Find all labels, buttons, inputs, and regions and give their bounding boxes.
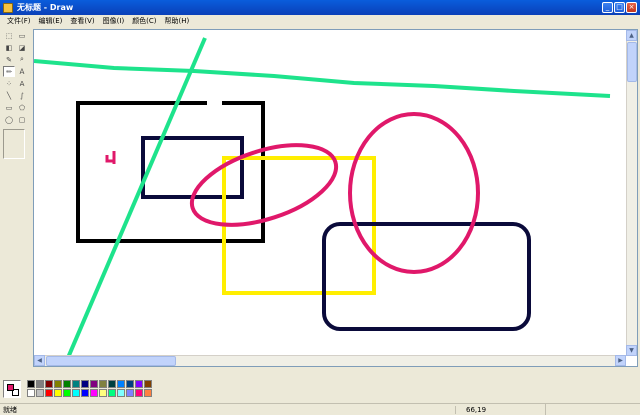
vertical-scrollbar[interactable]: ▲ ▼ — [626, 30, 637, 356]
curve-icon[interactable]: ∫ — [16, 90, 28, 101]
color-swatch[interactable] — [135, 389, 143, 397]
color-swatches — [27, 380, 152, 397]
magenta-ellipse — [348, 112, 480, 274]
tool-grid: ⬚ ▭ ◧ ◪ ✎ ⌕ ✏ Ａ ⁘ A ╲ ∫ ▭ ⬠ ◯ ▢ — [3, 30, 30, 125]
color-swatch[interactable] — [72, 380, 80, 388]
color-swatch[interactable] — [36, 380, 44, 388]
color-swatch[interactable] — [117, 389, 125, 397]
color-swatch[interactable] — [45, 380, 53, 388]
color-swatch[interactable] — [81, 389, 89, 397]
color-swatch[interactable] — [99, 389, 107, 397]
color-swatch[interactable] — [144, 380, 152, 388]
color-swatch[interactable] — [117, 380, 125, 388]
scroll-up-icon[interactable]: ▲ — [626, 30, 637, 41]
vertical-scroll-thumb[interactable] — [627, 42, 637, 82]
status-pane — [545, 404, 635, 415]
color-swatch[interactable] — [144, 389, 152, 397]
current-colors — [3, 380, 21, 398]
color-palette — [3, 380, 152, 400]
color-swatch[interactable] — [45, 389, 53, 397]
pencil-icon[interactable]: ✏ — [3, 66, 15, 77]
color-swatch[interactable] — [54, 380, 62, 388]
menu-help[interactable]: 帮助(H) — [161, 16, 194, 26]
green-stroke-horizontal — [34, 59, 611, 98]
magenta-scribble — [105, 151, 116, 164]
color-swatch[interactable] — [108, 380, 116, 388]
color-swatch[interactable] — [99, 380, 107, 388]
status-bar: 就绪 66,19 — [0, 403, 640, 415]
fill-bucket-icon[interactable]: ◪ — [16, 42, 28, 53]
scroll-left-icon[interactable]: ◀ — [34, 355, 45, 366]
color-swatch[interactable] — [90, 389, 98, 397]
color-swatch[interactable] — [72, 389, 80, 397]
polygon-icon[interactable]: ⬠ — [16, 102, 28, 113]
scroll-right-icon[interactable]: ▶ — [615, 355, 626, 366]
menu-edit[interactable]: 编辑(E) — [35, 16, 67, 26]
text-icon[interactable]: A — [16, 78, 28, 89]
close-button[interactable]: × — [626, 2, 637, 13]
eyedropper-icon[interactable]: ✎ — [3, 54, 15, 65]
color-swatch[interactable] — [63, 389, 71, 397]
window-controls: _ □ × — [602, 2, 637, 13]
app-icon — [3, 2, 13, 13]
eraser-icon[interactable]: ◧ — [3, 42, 15, 53]
magnifier-icon[interactable]: ⌕ — [16, 54, 28, 65]
tool-box: ⬚ ▭ ◧ ◪ ✎ ⌕ ✏ Ａ ⁘ A ╲ ∫ ▭ ⬠ ◯ ▢ — [3, 30, 30, 365]
navy-rounded-rectangle — [322, 222, 531, 331]
menu-file[interactable]: 文件(F) — [3, 16, 35, 26]
color-swatch[interactable] — [135, 380, 143, 388]
line-icon[interactable]: ╲ — [3, 90, 15, 101]
maximize-button[interactable]: □ — [614, 2, 625, 13]
color-swatch[interactable] — [27, 389, 35, 397]
free-select-icon[interactable]: ⬚ — [3, 30, 15, 41]
foreground-color — [7, 384, 14, 391]
color-swatch[interactable] — [126, 389, 134, 397]
scroll-down-icon[interactable]: ▼ — [626, 345, 637, 356]
color-swatch[interactable] — [81, 380, 89, 388]
menu-colors[interactable]: 颜色(C) — [128, 16, 160, 26]
tool-options-panel[interactable] — [3, 129, 25, 159]
brush-icon[interactable]: Ａ — [16, 66, 28, 77]
rectangle-icon[interactable]: ▭ — [3, 102, 15, 113]
rect-select-icon[interactable]: ▭ — [16, 30, 28, 41]
color-swatch[interactable] — [126, 380, 134, 388]
color-swatch[interactable] — [63, 380, 71, 388]
color-swatch[interactable] — [108, 389, 116, 397]
menu-bar: 文件(F) 编辑(E) 查看(V) 图像(I) 颜色(C) 帮助(H) — [0, 15, 640, 27]
title-bar: 无标题 - Draw _ □ × — [0, 0, 640, 15]
canvas-area: ▲ ▼ ◀ ▶ — [33, 29, 638, 367]
rounded-rect-icon[interactable]: ▢ — [16, 114, 28, 125]
color-swatch[interactable] — [54, 389, 62, 397]
window-title: 无标题 - Draw — [17, 3, 74, 12]
color-swatch[interactable] — [90, 380, 98, 388]
ellipse-icon[interactable]: ◯ — [3, 114, 15, 125]
draw-window: 无标题 - Draw _ □ × 文件(F) 编辑(E) 查看(V) 图像(I)… — [0, 0, 640, 415]
black-rectangle — [76, 101, 265, 243]
menu-view[interactable]: 查看(V) — [66, 16, 98, 26]
horizontal-scroll-thumb[interactable] — [46, 356, 176, 366]
menu-image[interactable]: 图像(I) — [99, 16, 129, 26]
minimize-button[interactable]: _ — [602, 2, 613, 13]
status-text: 就绪 — [3, 405, 17, 414]
airbrush-icon[interactable]: ⁘ — [3, 78, 15, 89]
drawing-canvas[interactable] — [34, 30, 626, 356]
color-swatch[interactable] — [27, 380, 35, 388]
horizontal-scrollbar[interactable]: ◀ ▶ — [34, 355, 626, 366]
cursor-coordinates: 66,19 — [455, 405, 545, 414]
color-swatch[interactable] — [36, 389, 44, 397]
